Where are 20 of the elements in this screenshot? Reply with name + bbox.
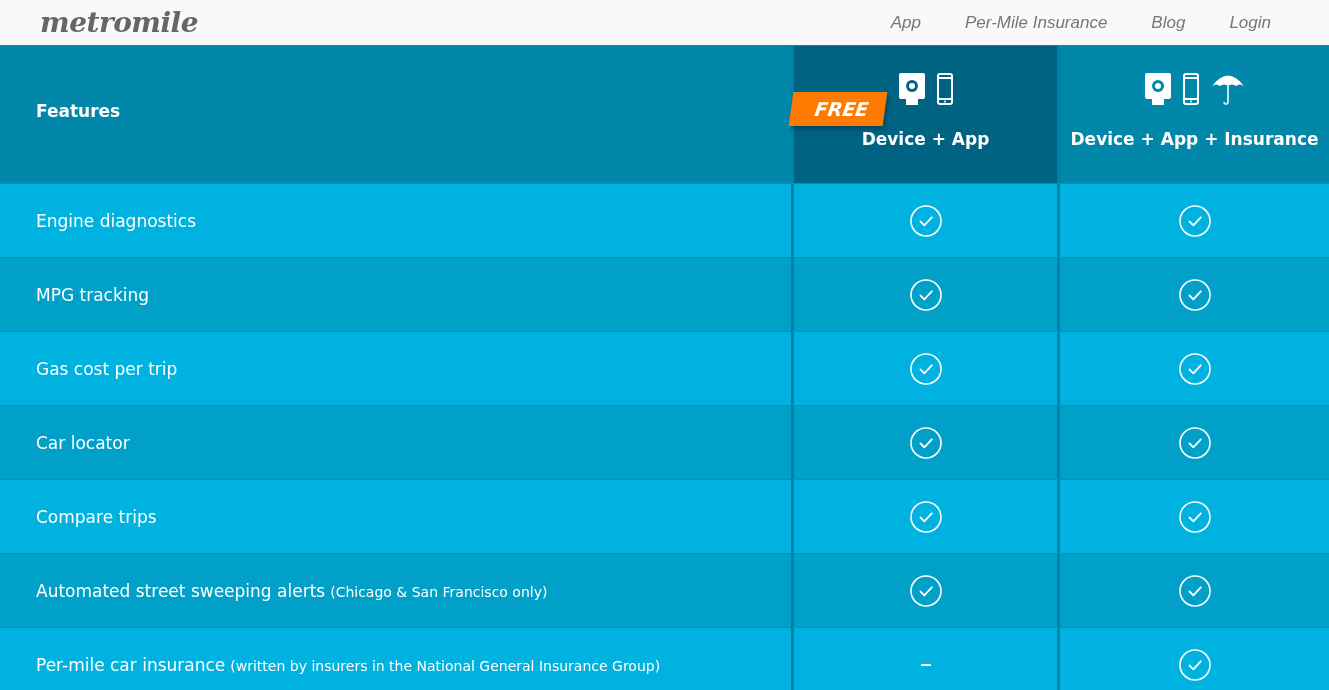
- nav-link[interactable]: Blog: [1151, 12, 1186, 33]
- plan-name: Device + App + Insurance: [1070, 128, 1319, 149]
- device-icon: [898, 72, 925, 105]
- nav-link[interactable]: Login: [1229, 12, 1271, 33]
- feature-label: MPG tracking: [36, 284, 150, 305]
- feature-label: Automated street sweeping alerts (Chicago & San Francisco only): [36, 580, 548, 601]
- plan-name: Device + App: [861, 128, 990, 149]
- nav-link[interactable]: App: [890, 12, 921, 33]
- device-icon: [1144, 72, 1171, 105]
- feature-label: Engine diagnostics: [36, 210, 196, 231]
- feature-label: Car locator: [36, 432, 130, 453]
- feature-label: Compare trips: [36, 506, 157, 527]
- free-badge: FREE: [788, 92, 887, 126]
- nav-link[interactable]: Per-Mile Insurance: [965, 12, 1108, 33]
- features-heading: Features: [36, 100, 121, 121]
- phone-icon: [1182, 72, 1199, 105]
- logo[interactable]: metromile: [40, 6, 199, 39]
- feature-label: Gas cost per trip: [36, 358, 178, 379]
- feature-label: Per-mile car insurance (written by insurers in the National General Insurance Group): [36, 654, 661, 675]
- phone-icon: [936, 72, 953, 105]
